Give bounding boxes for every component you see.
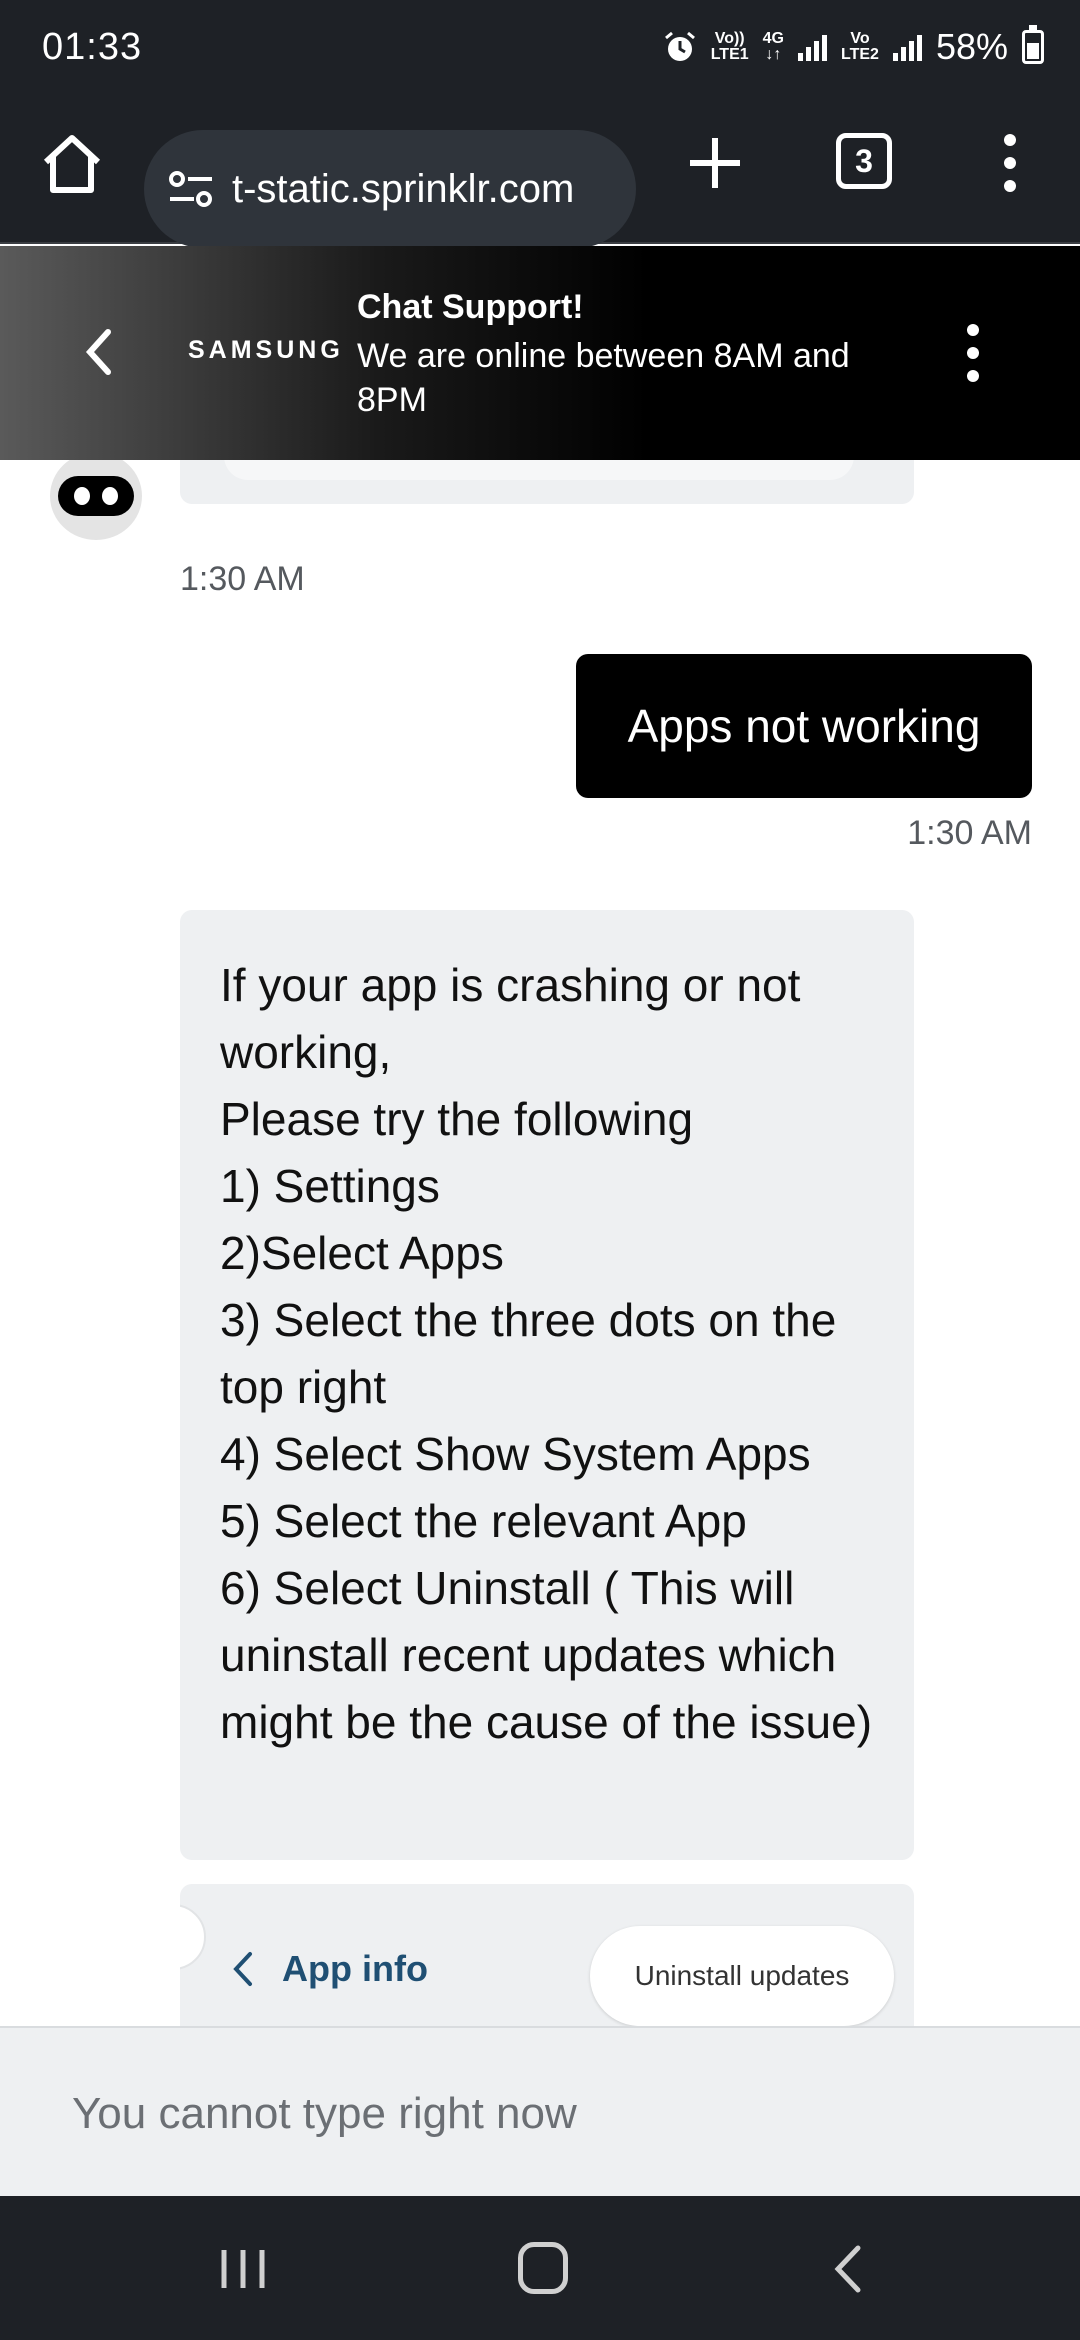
message-timestamp: 1:30 AM <box>907 814 1032 852</box>
message-input[interactable] <box>72 2084 972 2144</box>
more-menu-icon[interactable] <box>990 130 1030 196</box>
battery-icon <box>1022 25 1044 64</box>
new-tab-icon[interactable] <box>682 130 748 196</box>
chat-title: Chat Support! <box>357 288 584 326</box>
bot-avatar-icon <box>50 460 142 540</box>
system-nav-bar <box>0 2196 1080 2340</box>
signal-icon <box>892 33 922 61</box>
chat-messages[interactable]: 1:30 AM Apps not working 1:30 AM If your… <box>0 460 1080 2026</box>
uninstall-updates-label: Uninstall updates <box>590 1926 894 2026</box>
image-edge <box>180 1904 206 1970</box>
status-bar: 01:33 Vo)) LTE1 4G ↓↑ Vo LTE2 58% <box>0 0 1080 100</box>
status-icons: Vo)) LTE1 4G ↓↑ Vo LTE2 58% <box>663 25 1044 68</box>
bot-message-text: If your app is crashing or not working, … <box>220 959 873 1748</box>
app-info-label: App info <box>282 1948 428 1989</box>
message-timestamp: 1:30 AM <box>180 560 305 598</box>
tab-switcher-icon[interactable]: 3 <box>836 133 892 189</box>
recents-icon[interactable] <box>218 2246 268 2292</box>
samsung-logo: SAMSUNG <box>188 336 344 364</box>
site-settings-icon[interactable] <box>168 169 214 209</box>
back-icon[interactable] <box>80 322 120 382</box>
home-icon[interactable] <box>38 130 106 198</box>
url-text: t-static.sprinklr.com <box>232 166 575 211</box>
home-icon[interactable] <box>518 2242 568 2294</box>
network-2-label: Vo LTE2 <box>841 30 879 63</box>
bot-message: If your app is crashing or not working, … <box>180 910 914 1860</box>
more-vertical-icon[interactable] <box>958 318 988 388</box>
status-time: 01:33 <box>42 26 143 68</box>
back-icon[interactable] <box>830 2242 864 2296</box>
signal-icon <box>798 33 827 61</box>
screenshot-image-card[interactable]: App info Uninstall updates <box>180 1884 914 2026</box>
network-1-label: Vo)) LTE1 <box>710 30 749 63</box>
previous-card-inner <box>224 460 854 480</box>
alarm-icon <box>664 31 695 61</box>
chevron-left-icon <box>233 1952 252 1986</box>
battery-percent: 58% <box>935 26 1008 67</box>
chat-subtitle: We are online between 8AM and 8PM <box>357 337 850 419</box>
previous-message-card <box>180 460 914 504</box>
user-message: Apps not working <box>576 654 1032 798</box>
chat-header: SAMSUNG Chat Support! We are online betw… <box>0 246 1080 460</box>
browser-toolbar: t-static.sprinklr.com 3 <box>0 100 1080 248</box>
network-type-label: 4G ↓↑ <box>762 30 784 63</box>
message-input-bar <box>0 2026 1080 2196</box>
url-bar[interactable]: t-static.sprinklr.com <box>144 130 636 248</box>
